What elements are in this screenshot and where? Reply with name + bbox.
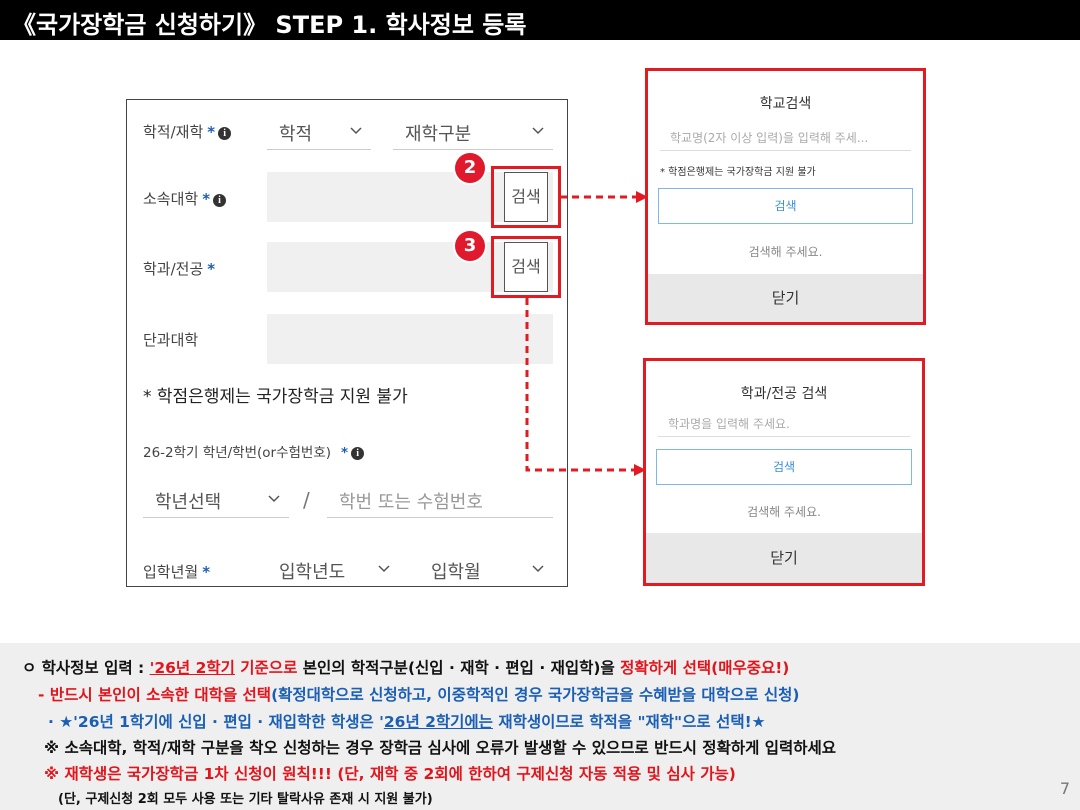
instructions-box: ㅇ 학사정보 입력 : '26년 2학기 기준으로 본인의 학적구분(신입 · … [0, 643, 1080, 810]
instruction-line-2: - 반드시 본인이 소속한 대학을 선택(확정대학으로 신청하고, 이중학적인 … [38, 683, 799, 705]
text: '26년 2학기 [149, 659, 235, 677]
popup-title: 학교검색 [759, 96, 812, 112]
major-name-placeholder: 학과명을 입력해 주세요. [668, 417, 790, 431]
instruction-line-1: ㅇ 학사정보 입력 : '26년 2학기 기준으로 본인의 학적구분(신입 · … [22, 656, 789, 678]
credit-bank-note: * 학점은행제는 국가장학금 지원 불가 [660, 167, 816, 178]
text: (확정대학으로 신청하고, 이중학적인 경우 국가장학금을 수혜받을 대학으로 … [271, 686, 800, 704]
text: - 반드시 본인이 소속한 대학을 선택 [38, 686, 272, 704]
school-name-placeholder: 학교명(2자 이상 입력)을 입력해 주세... [670, 131, 869, 145]
text: 재학생이므로 학적을 "재학"으로 선택!★ [492, 713, 766, 731]
instruction-line-4: ※ 소속대학, 학적/재학 구분을 착오 신청하는 경우 장학금 심사에 오류가… [44, 739, 837, 757]
major-search-button[interactable]: 검색 [656, 449, 912, 485]
school-search-popup: 학교검색 학교명(2자 이상 입력)을 입력해 주세... * 학점은행제는 국… [645, 68, 926, 325]
text: 기준으로 [234, 659, 298, 677]
popup-title: 학과/전공 검색 [740, 386, 828, 402]
text: 26년 2학기에는 [383, 713, 493, 731]
instruction-line-5: ※ 재학생은 국가장학금 1차 신청이 원칙!!! (단, 재학 중 2회에 한… [44, 765, 736, 783]
search-empty-message: 검색해 주세요. [747, 505, 821, 519]
close-button[interactable]: 닫기 [648, 274, 923, 322]
school-search-button[interactable]: 검색 [658, 188, 913, 224]
text: 본인의 학적구분(신입 · 재학 · 편입 · 재입학)을 [297, 659, 621, 677]
connector-line [525, 298, 634, 472]
text: 정확하게 선택(매우중요!) [620, 659, 790, 677]
text: · ★'26년 1학기에 신입 · 편입 · 재입학한 학생은 ' [48, 713, 384, 731]
instruction-line-3: · ★'26년 1학기에 신입 · 편입 · 재입학한 학생은 '26년 2학기… [48, 710, 766, 732]
close-button[interactable]: 닫기 [646, 533, 922, 583]
search-empty-message: 검색해 주세요. [748, 245, 823, 259]
school-name-input[interactable]: 학교명(2자 이상 입력)을 입력해 주세... [660, 123, 911, 151]
text: ㅇ 학사정보 입력 : [22, 659, 150, 677]
major-name-input[interactable]: 학과명을 입력해 주세요. [658, 409, 910, 437]
major-search-popup: 학과/전공 검색 학과명을 입력해 주세요. 검색 검색해 주세요. 닫기 [643, 358, 925, 586]
page-number: 7 [1059, 779, 1070, 798]
instruction-line-6: (단, 구제신청 2회 모두 사용 또는 기타 탈락사유 존재 시 지원 불가) [58, 792, 433, 807]
